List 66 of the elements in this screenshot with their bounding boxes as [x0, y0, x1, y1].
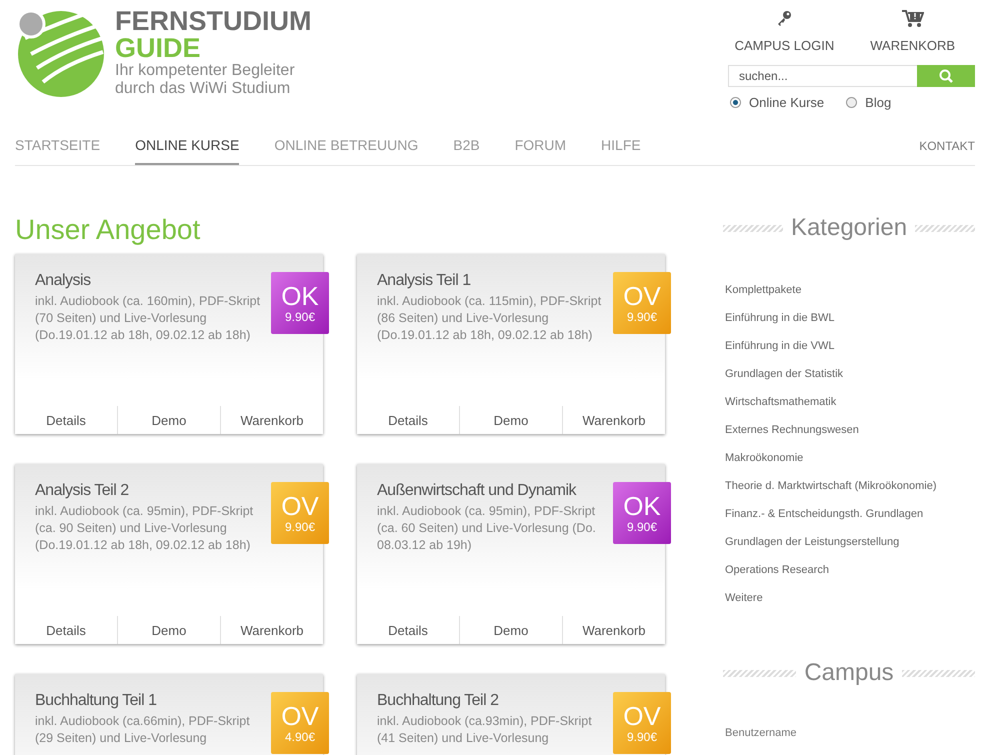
category-link[interactable]: Komplettpakete — [725, 282, 975, 299]
card-action-link[interactable]: Details — [15, 616, 117, 644]
course-title: Außenwirtschaft und Dynamik — [377, 482, 578, 500]
scope-radio[interactable]: Online Kurse — [730, 95, 824, 110]
category-link[interactable]: Operations Research — [725, 562, 975, 579]
badge-price: 9.90€ — [626, 310, 658, 324]
scope-radio[interactable]: Blog — [846, 95, 892, 110]
field-label: Benutzername — [725, 727, 798, 739]
card-action-link[interactable]: Details — [357, 616, 459, 644]
badge-price: 9.90€ — [626, 520, 658, 534]
course-title: Buchhaltung Teil 1 — [35, 692, 158, 710]
category-link[interactable]: Theorie d. Marktwirtschaft (Mikroökonomie) — [725, 478, 975, 495]
brand-subtitle: GUIDE — [115, 35, 202, 62]
header-link[interactable]: CAMPUS LOGIN — [734, 10, 834, 53]
course-description: inkl. Audiobook (ca. 95min), PDF-Skript (ca. 60 Seiten) und Live-Vorlesung (Do. 08.03.12 ab 19h) — [377, 503, 597, 554]
nav-link[interactable]: ONLINE KURSE — [135, 137, 240, 165]
cart-icon — [902, 10, 924, 28]
card-action-link[interactable]: Warenkorb — [220, 406, 323, 434]
category-link[interactable]: Makroökonomie — [725, 450, 975, 467]
course-description: inkl. Audiobook (ca. 95min), PDF-Skript (ca. 90 Seiten) und Live-Vorlesung (Do.19.01.12 ab 18h, 09.02.12 ab 18h) — [35, 503, 254, 554]
nav-link[interactable]: KONTAKT — [919, 139, 975, 165]
category-link[interactable]: Finanz.- & Entscheidungsth. Grundlagen — [725, 506, 975, 523]
badge-price: 9.90€ — [284, 310, 316, 324]
sidebar-heading: Campus — [804, 659, 894, 687]
category-link[interactable]: Wirtschaftsmathematik — [725, 394, 975, 411]
card-action-link[interactable]: Warenkorb — [220, 616, 323, 644]
card-action-link[interactable]: Demo — [459, 406, 562, 434]
course-title: Buchhaltung Teil 2 — [377, 692, 500, 710]
course-title: Analysis Teil 2 — [35, 482, 130, 500]
course-title: Analysis — [35, 272, 92, 290]
course-description: inkl. Audiobook (ca. 160min), PDF-Skript (70 Seiten) und Live-Vorlesung (Do.19.01.12 ab 18h, 09.02.12 ab 18h) — [35, 293, 262, 344]
card-action-link[interactable]: Warenkorb — [562, 406, 665, 434]
brand-name: FERNSTUDIUM — [115, 8, 312, 35]
badge-label: OV — [623, 702, 661, 730]
course-description: inkl. Audiobook (ca.93min), PDF-Skript (41 Seiten) und Live-Vorlesung — [377, 713, 593, 747]
badge-price: 9.90€ — [284, 520, 316, 534]
search-field[interactable]: suchen... — [728, 65, 917, 87]
category-link[interactable]: Einführung in die VWL — [725, 338, 975, 355]
category-link[interactable]: Grundlagen der Statistik — [725, 366, 975, 383]
category-link[interactable]: Externes Rechnungswesen — [725, 422, 975, 439]
search-icon — [939, 69, 953, 83]
badge-label: OK — [281, 282, 319, 310]
search-button[interactable] — [917, 65, 975, 87]
badge-price: 9.90€ — [626, 730, 658, 744]
card-action-link[interactable]: Warenkorb — [562, 616, 665, 644]
header-link[interactable]: WARENKORB — [870, 10, 955, 53]
logo-icon — [15, 8, 105, 98]
badge-label: OV — [281, 492, 319, 520]
badge-price: 4.90€ — [284, 730, 316, 744]
category-link[interactable]: Grundlagen der Leistungserstellung — [725, 534, 975, 551]
sidebar-heading: Kategorien — [790, 214, 908, 242]
course-description: inkl. Audiobook (ca. 115min), PDF-Skript (86 Seiten) und Live-Vorlesung (Do.19.01.12 ab 18h, 09.02.12 ab 18h) — [377, 293, 602, 344]
course-title: Analysis Teil 1 — [377, 272, 472, 290]
course-description: inkl. Audiobook (ca.66min), PDF-Skript (29 Seiten) und Live-Vorlesung — [35, 713, 251, 747]
badge-label: OV — [623, 282, 661, 310]
category-link[interactable]: Einführung in die BWL — [725, 310, 975, 327]
card-action-link[interactable]: Demo — [459, 616, 562, 644]
card-action-link[interactable]: Demo — [117, 406, 220, 434]
card-action-link[interactable]: Demo — [117, 616, 220, 644]
badge-label: OV — [281, 702, 319, 730]
card-action-link[interactable]: Details — [357, 406, 459, 434]
tagline: Ihr kompetenter Begleiter durch das WiWi Studium — [115, 62, 296, 98]
category-link[interactable]: Weitere — [725, 590, 975, 607]
card-action-link[interactable]: Details — [15, 406, 117, 434]
page-heading: Unser Angebot — [15, 214, 202, 246]
badge-label: OK — [623, 492, 661, 520]
